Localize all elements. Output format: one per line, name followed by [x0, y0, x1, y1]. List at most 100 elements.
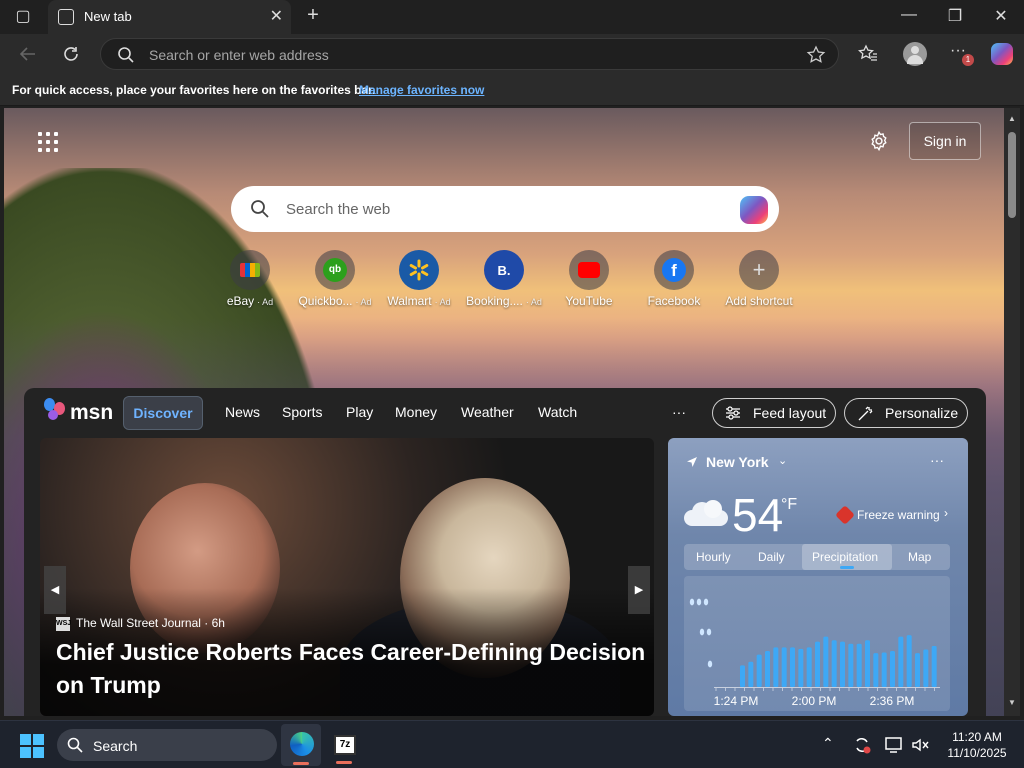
msn-header: msn Discover News Sports Play Money Weat…: [24, 388, 986, 438]
tab-new-tab[interactable]: New tab ✕: [48, 0, 291, 34]
taskbar: Search 7z ⌃ 11:20 AM 11/10/2025: [0, 720, 1024, 768]
personalize-wand-icon: [858, 406, 873, 421]
carousel-prev-icon[interactable]: ◀: [44, 566, 66, 614]
address-bar[interactable]: Search or enter web address: [100, 38, 839, 70]
new-tab-plus-icon[interactable]: +: [298, 4, 328, 27]
tab-watch[interactable]: Watch: [538, 404, 577, 420]
ebay-bag-icon: [230, 250, 270, 290]
tab-play[interactable]: Play: [346, 404, 373, 420]
web-search-box[interactable]: Search the web: [231, 186, 779, 232]
precip-bar: [740, 665, 745, 687]
precip-bar: [806, 647, 812, 687]
minimize-icon[interactable]: —: [894, 6, 924, 24]
chart-x-tick-label: 1:24 PM: [714, 694, 759, 708]
shortcut-youtube[interactable]: YouTube: [549, 250, 629, 308]
precip-bar: [890, 651, 895, 687]
weather-tab-daily[interactable]: Daily: [758, 550, 785, 564]
windows-start-icon[interactable]: [20, 734, 44, 758]
personalize-button[interactable]: Personalize: [844, 398, 968, 428]
wsj-logo-icon: WSJ: [56, 616, 71, 631]
tab-discover[interactable]: Discover: [123, 396, 203, 430]
hero-article-card[interactable]: WSJ The Wall Street Journal · 6h Chief Ju…: [40, 438, 654, 716]
apps-launcher-icon[interactable]: [38, 132, 58, 152]
weather-tab-hourly[interactable]: Hourly: [696, 550, 731, 564]
taskbar-edge[interactable]: [281, 724, 321, 766]
shortcut-walmart[interactable]: Walmart · Ad: [379, 250, 459, 308]
feed-layout-button[interactable]: Feed layout: [712, 398, 836, 428]
chevron-right-icon[interactable]: ›: [944, 506, 948, 520]
freeze-warning-link[interactable]: Freeze warning: [857, 508, 940, 522]
tab-title: New tab: [84, 9, 132, 24]
cloud-icon: [684, 500, 728, 526]
chevron-down-icon[interactable]: ⌄: [778, 454, 787, 467]
shortcut-add[interactable]: + Add shortcut: [719, 250, 799, 308]
volume-muted-icon[interactable]: [910, 735, 930, 755]
precip-bar: [831, 640, 837, 687]
facebook-icon: f: [654, 250, 694, 290]
youtube-icon: [569, 250, 609, 290]
sync-icon[interactable]: [852, 735, 872, 755]
shortcut-quickbooks[interactable]: qb Quickbo... · Ad: [295, 250, 375, 308]
title-bar: ▢ New tab ✕ + — ❐ ✕: [0, 0, 1024, 34]
chart-x-tick-label: 2:00 PM: [792, 694, 837, 708]
clock-time: 11:20 AM: [952, 730, 1002, 744]
shortcut-ebay[interactable]: eBay · Ad: [210, 250, 290, 308]
article-source[interactable]: WSJ The Wall Street Journal · 6h: [56, 616, 225, 631]
address-placeholder: Search or enter web address: [149, 47, 329, 63]
close-tab-icon[interactable]: ✕: [270, 6, 283, 26]
tab-actions-icon[interactable]: ▢: [8, 6, 38, 26]
weather-city[interactable]: New York: [706, 454, 769, 470]
toolbar: Search or enter web address ··· 1: [0, 34, 1024, 74]
tab-news[interactable]: News: [225, 404, 260, 420]
tray-chevron-up-icon[interactable]: ⌃: [822, 735, 834, 752]
scrollbar-thumb[interactable]: [1008, 132, 1016, 218]
refresh-icon[interactable]: [61, 44, 81, 64]
weather-more-icon[interactable]: ···: [930, 452, 944, 468]
weather-unit: °F: [781, 496, 798, 513]
scroll-down-icon[interactable]: ▼: [1008, 698, 1016, 707]
carousel-next-icon[interactable]: ▶: [628, 566, 650, 614]
back-arrow-icon[interactable]: [18, 44, 38, 64]
tab-money[interactable]: Money: [395, 404, 437, 420]
profile-avatar[interactable]: [903, 42, 927, 66]
precip-bar: [898, 636, 904, 687]
taskbar-search[interactable]: Search: [57, 729, 277, 761]
favorites-icon[interactable]: [858, 44, 878, 64]
msn-logo[interactable]: msn: [70, 401, 113, 425]
precip-bar: [773, 647, 779, 687]
weather-tab-map[interactable]: Map: [908, 550, 931, 564]
weather-card[interactable]: New York ⌄ ··· 54 °F Freeze warning › Ho…: [668, 438, 968, 716]
favorites-message: For quick access, place your favorites h…: [12, 83, 376, 97]
taskbar-search-label: Search: [93, 738, 138, 754]
favorite-star-icon[interactable]: [806, 45, 826, 65]
precip-bar: [873, 653, 879, 687]
copilot-icon[interactable]: [740, 196, 768, 224]
settings-gear-icon[interactable]: [868, 130, 890, 152]
new-tab-icon: [58, 9, 74, 25]
copilot-icon[interactable]: [991, 43, 1013, 65]
precip-bar: [798, 648, 804, 687]
7zip-icon[interactable]: 7z: [334, 735, 356, 755]
system-clock[interactable]: 11:20 AM 11/10/2025: [942, 729, 1012, 761]
shortcut-facebook[interactable]: f Facebook: [634, 250, 714, 308]
scroll-up-icon[interactable]: ▲: [1008, 114, 1016, 123]
quickbooks-icon: qb: [315, 250, 355, 290]
weather-tab-precipitation[interactable]: Precipitation: [812, 550, 878, 564]
page-scrollbar[interactable]: ▲ ▼: [1004, 108, 1020, 716]
network-display-icon[interactable]: [884, 735, 904, 755]
tab-sports[interactable]: Sports: [282, 404, 322, 420]
new-tab-page: Sign in Search the web eBay · Ad qb Quick…: [4, 108, 1004, 716]
precip-bar: [931, 645, 937, 687]
manage-favorites-link[interactable]: Manage favorites now: [359, 83, 484, 97]
msn-more-icon[interactable]: ···: [672, 404, 686, 420]
shortcut-booking[interactable]: B. Booking.... · Ad: [464, 250, 544, 308]
maximize-icon[interactable]: ❐: [940, 6, 970, 26]
article-headline[interactable]: Chief Justice Roberts Faces Career-Defin…: [56, 636, 646, 702]
search-icon: [67, 737, 83, 753]
close-window-icon[interactable]: ✕: [986, 6, 1016, 26]
tab-weather[interactable]: Weather: [461, 404, 514, 420]
precip-bar: [765, 651, 770, 687]
location-arrow-icon: [687, 457, 697, 467]
sign-in-button[interactable]: Sign in: [909, 122, 981, 160]
precip-bar: [823, 636, 829, 687]
